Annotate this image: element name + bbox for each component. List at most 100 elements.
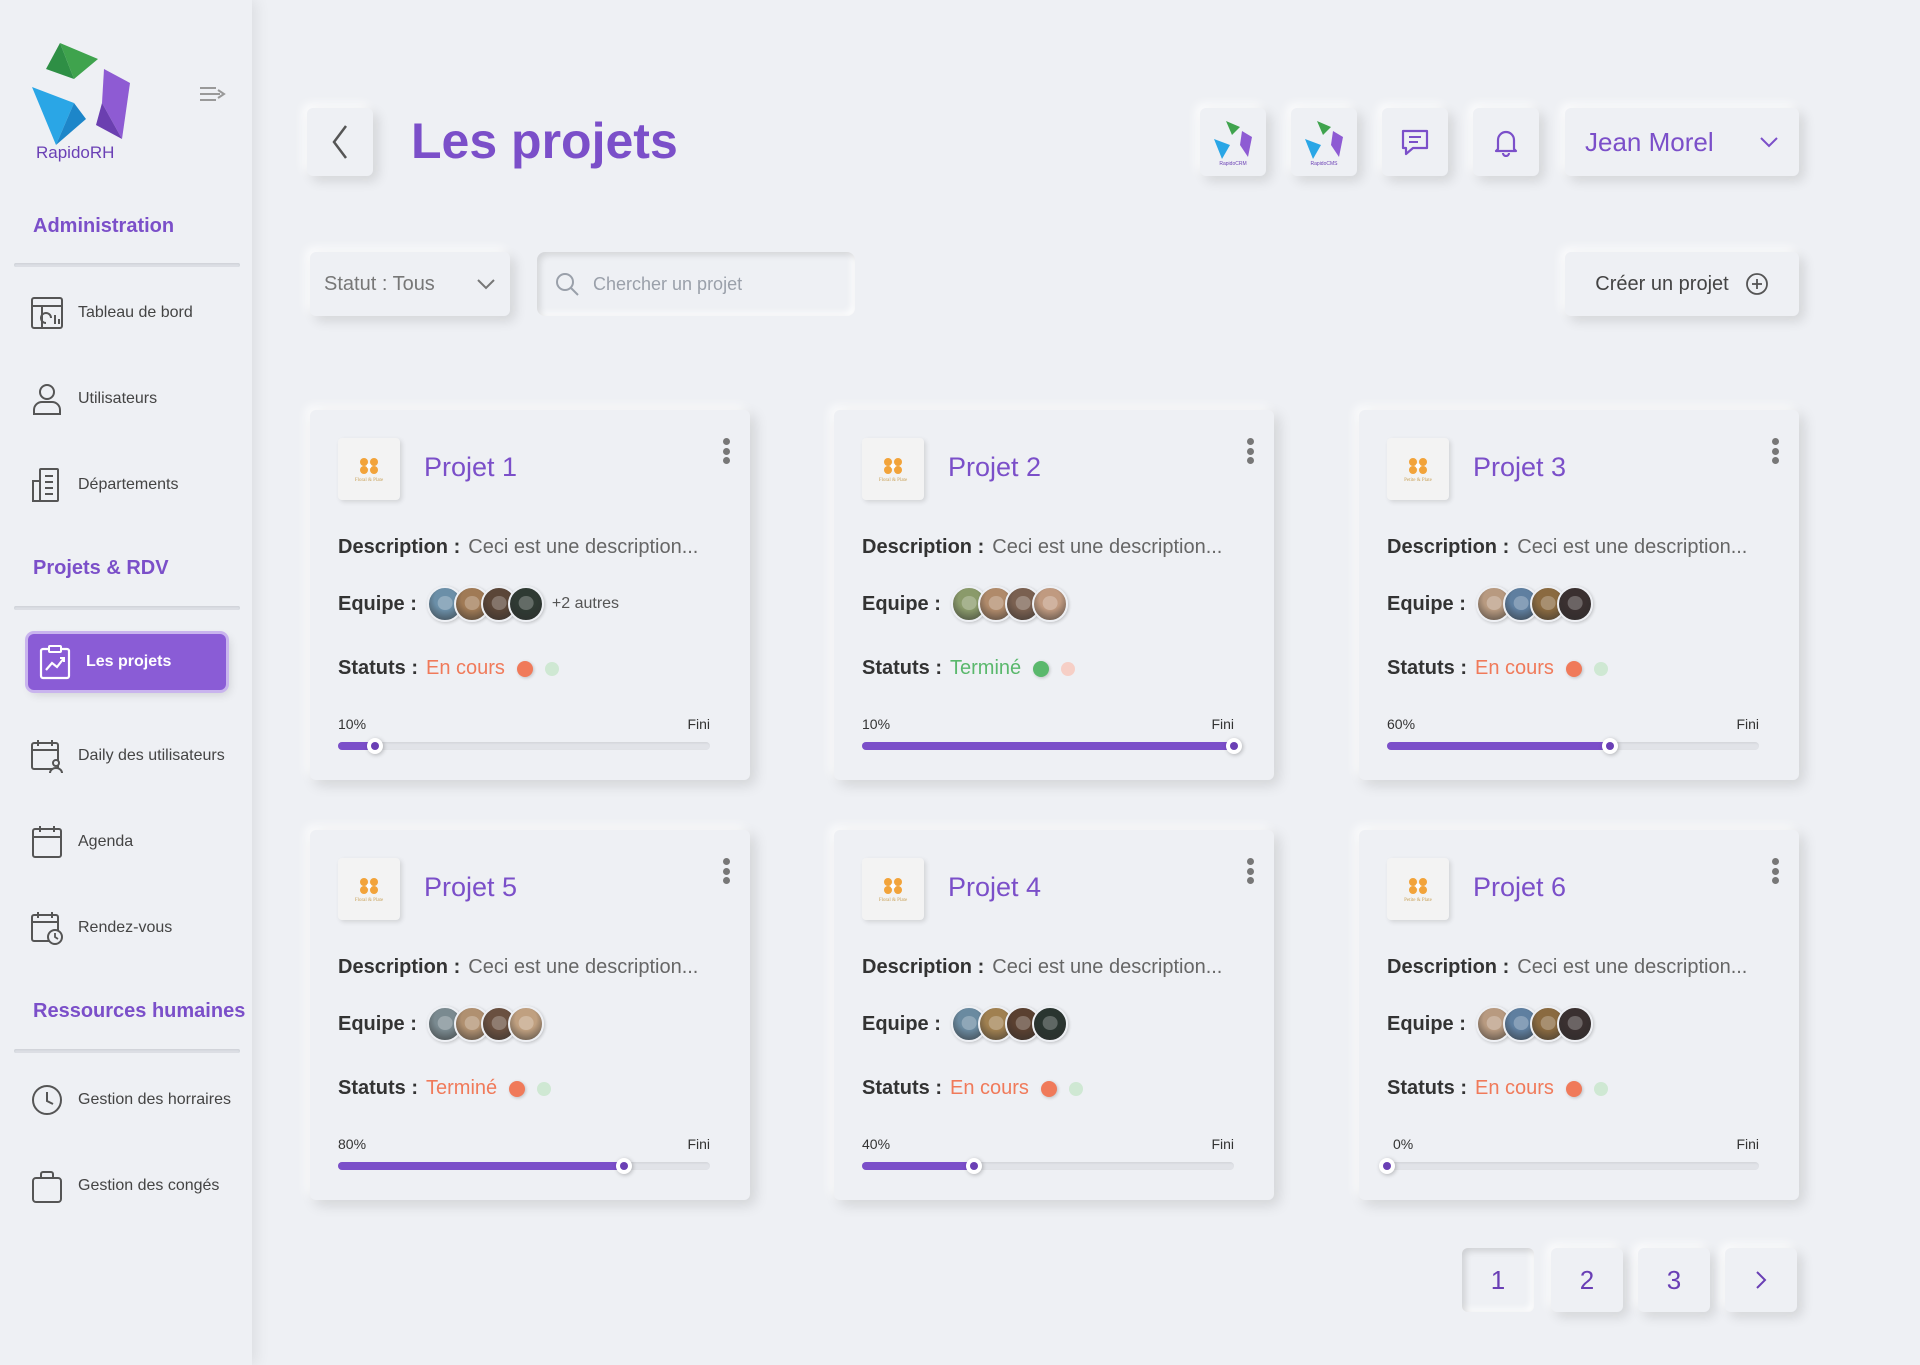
rapidocrm-logo-icon: RapidoCRM	[1214, 121, 1252, 167]
project-status: En cours	[426, 657, 505, 679]
sidebar-item-agenda[interactable]: Agenda	[30, 817, 240, 867]
status-dot-alt	[1061, 661, 1076, 676]
app-switch-cms[interactable]: RapidoCMS	[1291, 108, 1357, 176]
team-member-avatar[interactable]	[507, 1006, 544, 1042]
sidebar-item-leaves[interactable]: Gestion des congés	[30, 1161, 240, 1211]
project-description: Ceci est une description...	[1517, 536, 1748, 558]
project-description-row: Description : Ceci est une description..…	[1387, 536, 1747, 559]
project-logo: Petite & Plate	[1387, 438, 1449, 500]
sidebar-item-projects[interactable]: Les projets	[28, 634, 226, 690]
user-menu[interactable]: Jean Morel	[1565, 108, 1799, 176]
project-title[interactable]: Projet 1	[424, 452, 517, 483]
project-status: En cours	[1475, 657, 1554, 679]
sidebar-item-appointments[interactable]: Rendez-vous	[30, 903, 240, 953]
project-status-row: Statuts : En cours	[1387, 657, 1608, 680]
sidebar-item-label: Les projets	[86, 653, 172, 670]
sidebar-item-label: Rendez-vous	[78, 919, 173, 936]
team-member-avatar[interactable]	[1031, 1006, 1068, 1042]
team-member-avatar[interactable]	[507, 586, 544, 622]
project-card[interactable]: Petite & Plate Projet 6 Description : Ce…	[1359, 830, 1799, 1200]
project-card[interactable]: Floral & Plate Projet 2 Description : Ce…	[834, 410, 1274, 780]
chevron-right-icon	[1756, 1271, 1767, 1289]
status-filter-select[interactable]: Statut : Tous	[310, 252, 510, 316]
project-status-row: Statuts : En cours	[862, 1077, 1083, 1100]
sidebar: RapidoRH Administration Tableau de bord …	[0, 0, 252, 1365]
sidebar-item-departments[interactable]: Départements	[30, 460, 240, 510]
calendar-user-icon	[31, 740, 63, 774]
progress-handle[interactable]	[1602, 738, 1619, 754]
team-member-avatar[interactable]	[1556, 586, 1593, 622]
progress-end-label: Fini	[1211, 1136, 1234, 1152]
status-dot	[1565, 1080, 1582, 1097]
create-project-button[interactable]: Créer un projet	[1565, 252, 1799, 316]
app-switch-crm[interactable]: RapidoCRM	[1200, 108, 1266, 176]
project-title[interactable]: Projet 5	[424, 872, 517, 903]
more-options-icon[interactable]	[1769, 856, 1781, 886]
progress-percent: 40%	[862, 1136, 891, 1152]
project-title[interactable]: Projet 4	[948, 872, 1041, 903]
rapidocms-logo-icon: RapidoCMS	[1305, 121, 1343, 167]
status-dot-alt	[1068, 1081, 1083, 1096]
project-title[interactable]: Projet 2	[948, 452, 1041, 483]
more-options-icon[interactable]	[1769, 436, 1781, 466]
project-card[interactable]: Floral & Plate Projet 4 Description : Ce…	[834, 830, 1274, 1200]
notifications-button[interactable]	[1473, 108, 1539, 176]
team-avatars	[1475, 1006, 1593, 1042]
sidebar-item-dashboard[interactable]: Tableau de bord	[30, 288, 240, 338]
collapse-menu-icon[interactable]	[198, 84, 226, 104]
project-description-row: Description : Ceci est une description..…	[862, 536, 1222, 559]
project-status: Terminé	[950, 657, 1022, 679]
section-title-projets-rdv: Projets & RDV	[33, 557, 169, 579]
page-button-2[interactable]: 2	[1551, 1248, 1623, 1312]
section-divider	[14, 263, 240, 267]
sidebar-item-users[interactable]: Utilisateurs	[30, 374, 240, 424]
chat-icon	[1401, 129, 1429, 156]
building-icon	[32, 468, 59, 502]
progress-handle[interactable]	[1226, 738, 1242, 754]
progress-bar	[862, 738, 1242, 754]
progress-handle[interactable]	[367, 738, 384, 754]
project-card[interactable]: Floral & Plate Projet 1 Description : Ce…	[310, 410, 750, 780]
sidebar-item-schedules[interactable]: Gestion des horraires	[30, 1075, 240, 1125]
search-icon	[556, 273, 579, 296]
calendar-icon	[32, 826, 62, 858]
progress-handle[interactable]	[1379, 1158, 1395, 1174]
project-title[interactable]: Projet 6	[1473, 872, 1566, 903]
search-input[interactable]	[593, 273, 833, 295]
more-options-icon[interactable]	[1244, 436, 1256, 466]
sidebar-item-label: Gestion des horraires	[78, 1091, 231, 1108]
sidebar-item-daily[interactable]: Daily des utilisateurs	[30, 731, 240, 781]
project-status-row: Statuts : En cours	[1387, 1077, 1608, 1100]
chevron-down-icon	[477, 279, 495, 290]
project-description-row: Description : Ceci est une description..…	[1387, 956, 1747, 979]
team-avatars	[950, 1006, 1068, 1042]
progress-end-label: Fini	[1211, 716, 1234, 732]
project-card[interactable]: Petite & Plate Projet 3 Description : Ce…	[1359, 410, 1799, 780]
section-divider	[14, 606, 240, 610]
progress-percent: 80%	[338, 1136, 367, 1152]
progress-handle[interactable]	[616, 1158, 633, 1174]
back-button[interactable]	[307, 108, 373, 176]
project-description: Ceci est une description...	[468, 956, 699, 978]
next-page-button[interactable]	[1725, 1248, 1797, 1312]
page-title: Les projets	[411, 113, 678, 169]
team-member-avatar[interactable]	[1031, 586, 1068, 622]
description-label: Description :	[1387, 956, 1510, 978]
team-others-count[interactable]: +2 autres	[552, 595, 619, 613]
page-button-1[interactable]: 1	[1462, 1248, 1534, 1312]
team-member-avatar[interactable]	[1556, 1006, 1593, 1042]
project-status-row: Statuts : Terminé	[862, 657, 1076, 680]
messages-button[interactable]	[1382, 108, 1448, 176]
project-card[interactable]: Floral & Plate Projet 5 Description : Ce…	[310, 830, 750, 1200]
svg-text:RapidoCRM: RapidoCRM	[1219, 161, 1246, 167]
status-dot-alt	[537, 1081, 552, 1096]
project-logo: Floral & Plate	[338, 858, 400, 920]
project-title[interactable]: Projet 3	[1473, 452, 1566, 483]
more-options-icon[interactable]	[720, 856, 732, 886]
progress-handle[interactable]	[965, 1158, 982, 1174]
page-button-3[interactable]: 3	[1638, 1248, 1710, 1312]
more-options-icon[interactable]	[1244, 856, 1256, 886]
status-dot	[1040, 1080, 1057, 1097]
bag-icon	[32, 1171, 62, 1203]
more-options-icon[interactable]	[720, 436, 732, 466]
